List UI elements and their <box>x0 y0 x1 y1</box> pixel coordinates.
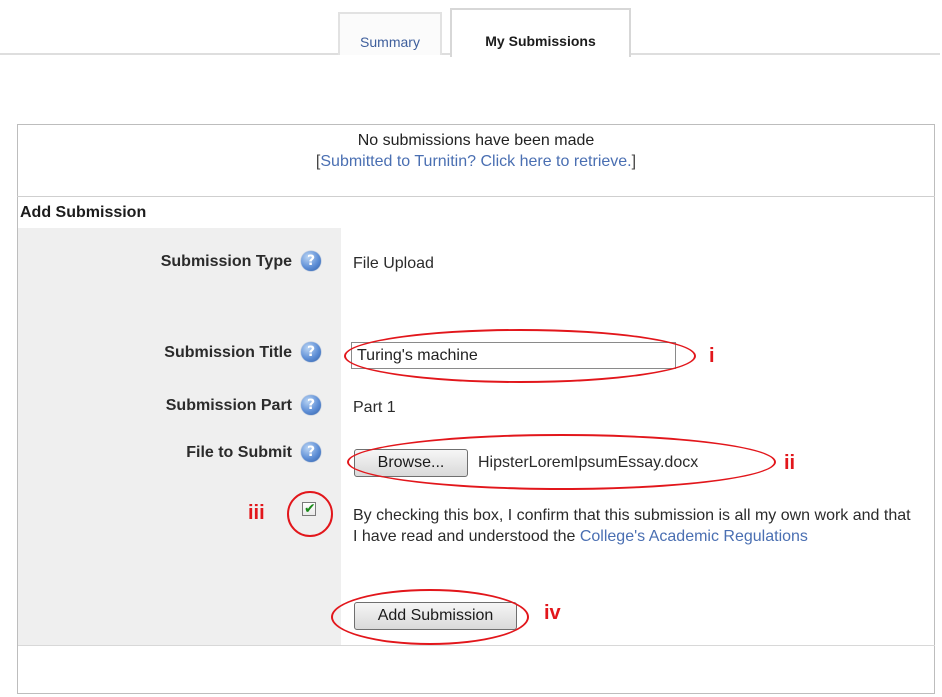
no-submissions-text: No submissions have been made <box>357 132 595 149</box>
divider <box>17 196 935 197</box>
annotation-label-i: i <box>709 345 715 367</box>
submission-type-value: File Upload <box>353 255 434 272</box>
help-icon-submission-type[interactable]: ? <box>301 251 321 271</box>
submission-type-label: Submission Type <box>160 253 292 270</box>
confirm-text: By checking this box, I confirm that thi… <box>353 505 913 547</box>
label-column <box>18 228 341 645</box>
annotation-circle-i <box>344 329 696 383</box>
retrieve-line: [Submitted to Turnitin? Click here to re… <box>17 151 935 172</box>
submission-notice: No submissions have been made [Submitted… <box>17 130 935 172</box>
tab-my-submissions[interactable]: My Submissions <box>450 8 631 57</box>
bracket-close: ] <box>631 153 637 170</box>
annotation-circle-ii <box>347 434 776 490</box>
submission-title-label: Submission Title <box>164 344 292 361</box>
submission-part-value: Part 1 <box>353 399 396 416</box>
file-to-submit-label: File to Submit <box>186 444 292 461</box>
annotation-label-ii: ii <box>784 452 796 474</box>
annotation-label-iv: iv <box>544 602 561 624</box>
retrieve-link[interactable]: Submitted to Turnitin? Click here to ret… <box>320 153 631 170</box>
submission-part-label: Submission Part <box>165 397 292 414</box>
annotation-label-iii: iii <box>248 502 265 524</box>
tab-summary[interactable]: Summary <box>338 12 442 55</box>
add-submission-heading: Add Submission <box>20 204 147 221</box>
divider-bottom <box>18 645 935 646</box>
help-icon-submission-title[interactable]: ? <box>301 342 321 362</box>
help-icon-file-to-submit[interactable]: ? <box>301 442 321 462</box>
annotation-circle-iv <box>331 589 529 645</box>
annotation-circle-iii <box>287 491 333 537</box>
help-icon-submission-part[interactable]: ? <box>301 395 321 415</box>
academic-regulations-link[interactable]: College's Academic Regulations <box>580 528 808 545</box>
